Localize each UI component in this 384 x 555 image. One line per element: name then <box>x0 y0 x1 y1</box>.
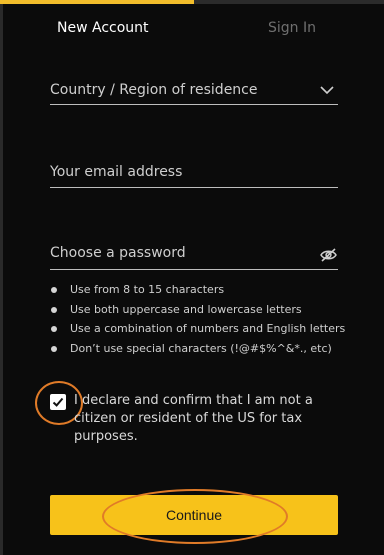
bullet-dot <box>51 346 57 353</box>
list-item: Use a combination of numbers and English… <box>50 321 345 341</box>
rule-text: Use both uppercase and lowercase letters <box>70 302 302 316</box>
bullet-dot <box>51 306 57 313</box>
active-tab-underline <box>0 0 194 4</box>
bullet-dot <box>51 326 57 333</box>
country-select[interactable]: Country / Region of residence <box>50 82 338 105</box>
password-placeholder: Choose a password <box>50 245 186 261</box>
left-rail <box>0 0 3 555</box>
password-field[interactable]: Choose a password <box>50 245 338 270</box>
bullet-dot <box>51 287 57 293</box>
auth-tabs: New Account Sign In <box>0 0 384 48</box>
checkmark-icon <box>52 397 64 407</box>
email-placeholder: Your email address <box>50 164 183 180</box>
declaration-checkbox[interactable] <box>50 394 66 410</box>
country-placeholder: Country / Region of residence <box>50 82 258 98</box>
tab-new-account[interactable]: New Account <box>57 20 149 36</box>
list-item: Use both uppercase and lowercase letters <box>50 302 345 322</box>
highlight-circle-continue <box>102 489 288 544</box>
eye-off-icon[interactable] <box>320 248 337 262</box>
declaration-text: I declare and confirm that I am not a ci… <box>74 393 313 444</box>
rule-text: Use from 8 to 15 characters <box>70 283 225 296</box>
tab-underline-track <box>194 0 384 4</box>
rule-text: Don’t use special characters (!@#$%^&*.,… <box>70 342 332 356</box>
list-item: Don’t use special characters (!@#$%^&*.,… <box>50 341 345 361</box>
list-item: Use from 8 to 15 characters <box>50 282 345 302</box>
email-field[interactable]: Your email address <box>50 164 338 188</box>
tab-sign-in[interactable]: Sign In <box>268 20 316 36</box>
rule-text: Use a combination of numbers and English… <box>70 322 346 336</box>
password-rules-list: Use from 8 to 15 characters Use both upp… <box>50 282 345 361</box>
chevron-down-icon <box>320 86 334 95</box>
